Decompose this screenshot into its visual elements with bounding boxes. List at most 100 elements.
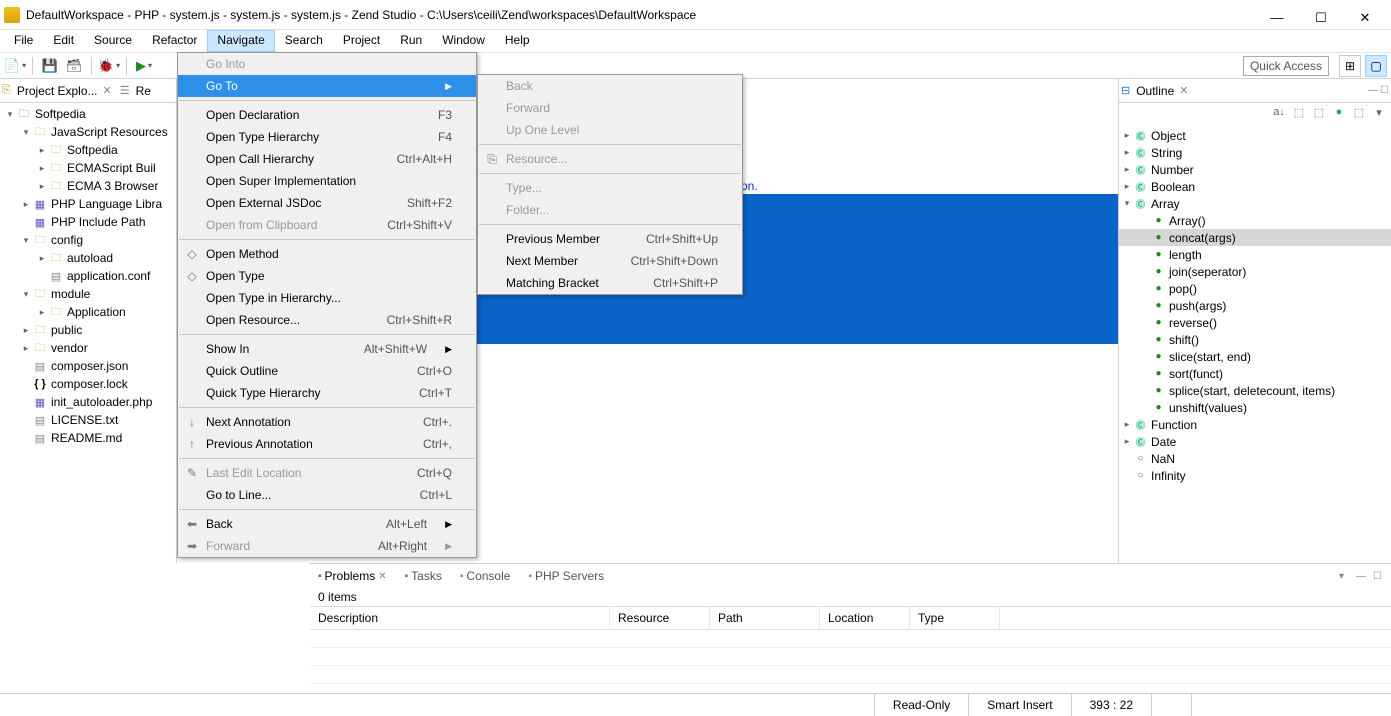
menu-item-go-to[interactable]: Go To▶ (178, 75, 476, 97)
menu-item-previous-annotation[interactable]: ↑Previous AnnotationCtrl+, (178, 433, 476, 455)
outline-item[interactable]: ●length (1119, 246, 1391, 263)
tree-item[interactable]: ▾🗀module (0, 285, 176, 303)
maximize-icon[interactable]: ☐ (1373, 571, 1387, 582)
outline-item[interactable]: ▸ⒸDate (1119, 433, 1391, 450)
outline-item[interactable]: ▸ⒸString (1119, 144, 1391, 161)
tree-item[interactable]: ▾🗀Softpedia (0, 105, 176, 123)
tree-item[interactable]: ▸🗀ECMAScript Buil (0, 159, 176, 177)
menu-item-show-in[interactable]: Show InAlt+Shift+W▶ (178, 338, 476, 360)
menu-item-open-external-jsdoc[interactable]: Open External JSDocShift+F2 (178, 192, 476, 214)
menu-item-open-type[interactable]: ◇Open Type (178, 265, 476, 287)
menu-icon[interactable]: ▾ (1371, 106, 1387, 122)
menu-item-open-super-implementation[interactable]: Open Super Implementation (178, 170, 476, 192)
tree-item[interactable]: ▾🗀JavaScript Resources (0, 123, 176, 141)
minimize-icon[interactable]: — (1368, 85, 1378, 96)
hide-icon[interactable]: ⬚ (1311, 106, 1327, 122)
menu-help[interactable]: Help (495, 30, 540, 52)
column-path[interactable]: Path (710, 607, 820, 629)
menu-item-open-declaration[interactable]: Open DeclarationF3 (178, 104, 476, 126)
menu-item-open-method[interactable]: ◇Open Method (178, 243, 476, 265)
remote-tab[interactable]: Re (132, 82, 155, 100)
project-tree[interactable]: ▾🗀Softpedia▾🗀JavaScript Resources▸🗀Softp… (0, 103, 176, 563)
maximize-button[interactable]: ☐ (1299, 4, 1343, 25)
column-type[interactable]: Type (910, 607, 1000, 629)
menu-search[interactable]: Search (275, 30, 333, 52)
debug-button[interactable]: 🐞 (98, 55, 120, 77)
outline-item[interactable]: ▸ⒸNumber (1119, 161, 1391, 178)
outline-item[interactable]: ▾ⒸArray (1119, 195, 1391, 212)
save-all-button[interactable]: 🗃 (63, 55, 85, 77)
column-description[interactable]: Description (310, 607, 610, 629)
outline-item[interactable]: ●splice(start, deletecount, items) (1119, 382, 1391, 399)
menu-navigate[interactable]: Navigate (207, 30, 274, 52)
menu-edit[interactable]: Edit (43, 30, 84, 52)
maximize-icon[interactable]: ☐ (1380, 85, 1389, 96)
tree-item[interactable]: ▦init_autoloader.php (0, 393, 176, 411)
pub-icon[interactable]: ● (1331, 106, 1347, 122)
outline-item[interactable]: ●push(args) (1119, 297, 1391, 314)
local-icon[interactable]: ⬚ (1351, 106, 1367, 122)
menu-item-open-resource-[interactable]: Open Resource...Ctrl+Shift+R (178, 309, 476, 331)
outline-item[interactable]: ●slice(start, end) (1119, 348, 1391, 365)
outline-item[interactable]: ●reverse() (1119, 314, 1391, 331)
menu-item-back[interactable]: ⬅BackAlt+Left▶ (178, 513, 476, 535)
close-icon[interactable]: ✕ (1177, 84, 1190, 97)
tree-item[interactable]: ▤application.conf (0, 267, 176, 285)
quick-access[interactable]: Quick Access (1243, 56, 1329, 76)
php-perspective-button[interactable]: ▢ (1365, 55, 1387, 77)
tree-item[interactable]: ▸🗀Softpedia (0, 141, 176, 159)
sort-icon[interactable]: a↓ (1271, 106, 1287, 122)
bottom-tab-problems[interactable]: ▪Problems✕ (314, 567, 391, 585)
outline-item[interactable]: ▸ⒸFunction (1119, 416, 1391, 433)
outline-item[interactable]: ○Infinity (1119, 467, 1391, 484)
outline-item[interactable]: ●pop() (1119, 280, 1391, 297)
menu-item-go-to-line-[interactable]: Go to Line...Ctrl+L (178, 484, 476, 506)
outline-item[interactable]: ▸ⒸObject (1119, 127, 1391, 144)
bottom-tab-tasks[interactable]: ▪Tasks (401, 567, 446, 585)
tree-item[interactable]: ▾🗀config (0, 231, 176, 249)
tree-item[interactable]: { }composer.lock (0, 375, 176, 393)
menu-item-next-member[interactable]: Next MemberCtrl+Shift+Down (478, 250, 742, 272)
menu-item-next-annotation[interactable]: ↓Next AnnotationCtrl+. (178, 411, 476, 433)
menu-window[interactable]: Window (432, 30, 495, 52)
close-icon[interactable]: ✕ (101, 84, 114, 97)
problems-table[interactable]: DescriptionResourcePathLocationType (310, 606, 1391, 693)
new-button[interactable]: 📄 (4, 55, 26, 77)
column-resource[interactable]: Resource (610, 607, 710, 629)
outline-item[interactable]: ○NaN (1119, 450, 1391, 467)
filter-icon[interactable]: ⬚ (1291, 106, 1307, 122)
menu-source[interactable]: Source (84, 30, 142, 52)
menu-refactor[interactable]: Refactor (142, 30, 207, 52)
tree-item[interactable]: ▸🗀autoload (0, 249, 176, 267)
outline-item[interactable]: ●join(seperator) (1119, 263, 1391, 280)
menu-item-quick-type-hierarchy[interactable]: Quick Type HierarchyCtrl+T (178, 382, 476, 404)
menu-item-previous-member[interactable]: Previous MemberCtrl+Shift+Up (478, 228, 742, 250)
bottom-tab-console[interactable]: ▪Console (456, 567, 515, 585)
outline-item[interactable]: ●sort(funct) (1119, 365, 1391, 382)
run-button[interactable]: ▶ (133, 55, 155, 77)
view-menu-icon[interactable]: ▾ (1339, 571, 1353, 582)
project-explorer-tab[interactable]: Project Explo... ✕ (13, 82, 118, 100)
navigate-menu-dropdown[interactable]: Go IntoGo To▶Open DeclarationF3Open Type… (177, 52, 477, 558)
tree-item[interactable]: ▸🗀public (0, 321, 176, 339)
outline-item[interactable]: ●shift() (1119, 331, 1391, 348)
menu-item-open-call-hierarchy[interactable]: Open Call HierarchyCtrl+Alt+H (178, 148, 476, 170)
tree-item[interactable]: ▤LICENSE.txt (0, 411, 176, 429)
tree-item[interactable]: ▦PHP Include Path (0, 213, 176, 231)
minimize-button[interactable]: — (1255, 4, 1299, 25)
bottom-tab-php-servers[interactable]: ▪PHP Servers (524, 567, 608, 585)
outline-item[interactable]: ●unshift(values) (1119, 399, 1391, 416)
tree-item[interactable]: ▸▦PHP Language Libra (0, 195, 176, 213)
tree-item[interactable]: ▸🗀Application (0, 303, 176, 321)
goto-submenu-dropdown[interactable]: BackForwardUp One Level⎘Resource...Type.… (477, 74, 743, 295)
outline-tab[interactable]: Outline ✕ (1132, 82, 1194, 100)
minimize-icon[interactable]: — (1356, 571, 1370, 582)
close-button[interactable]: ✕ (1343, 4, 1387, 25)
close-icon[interactable]: ✕ (378, 571, 386, 582)
menu-item-quick-outline[interactable]: Quick OutlineCtrl+O (178, 360, 476, 382)
menu-run[interactable]: Run (390, 30, 432, 52)
menu-file[interactable]: File (4, 30, 43, 52)
save-button[interactable]: 💾 (39, 55, 61, 77)
outline-item[interactable]: ▸ⒸBoolean (1119, 178, 1391, 195)
tree-item[interactable]: ▸🗀ECMA 3 Browser (0, 177, 176, 195)
